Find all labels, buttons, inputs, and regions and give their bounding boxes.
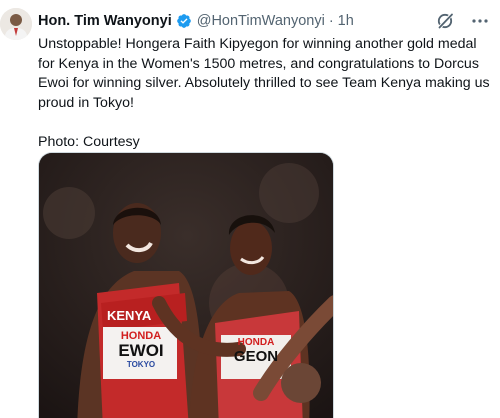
athletes-photo bbox=[39, 153, 333, 418]
author-handle[interactable]: @HonTimWanyonyi bbox=[197, 13, 325, 29]
grok-icon[interactable] bbox=[436, 12, 456, 30]
tweet-time[interactable]: 1h bbox=[338, 13, 354, 29]
tweet-header: Hon. Tim Wanyonyi @HonTimWanyonyi · 1h bbox=[38, 10, 490, 32]
tweet-photo[interactable]: KENYA HONDA EWOI TOKYO HONDA GEON bbox=[38, 152, 334, 418]
tweet-text: Unstoppable! Hongera Faith Kipyegon for … bbox=[38, 36, 490, 150]
header-actions bbox=[436, 12, 490, 30]
author-name[interactable]: Hon. Tim Wanyonyi bbox=[38, 13, 172, 29]
avatar[interactable] bbox=[0, 8, 32, 40]
bib-place-left: TOKYO bbox=[126, 360, 156, 369]
avatar-image bbox=[0, 8, 32, 40]
bib-name-right: GEON bbox=[233, 348, 279, 365]
verified-badge-icon bbox=[176, 13, 192, 29]
bib-sponsor-right: HONDA bbox=[237, 337, 275, 348]
tweet-content: Hon. Tim Wanyonyi @HonTimWanyonyi · 1h U… bbox=[38, 10, 490, 418]
bib-country-left: KENYA bbox=[107, 308, 152, 323]
more-icon[interactable] bbox=[470, 12, 490, 30]
tweet[interactable]: Hon. Tim Wanyonyi @HonTimWanyonyi · 1h U… bbox=[0, 0, 500, 418]
separator-dot: · bbox=[328, 13, 334, 29]
bib-name-left: EWOI bbox=[118, 341, 164, 360]
left-bib: KENYA HONDA EWOI TOKYO bbox=[105, 308, 177, 369]
right-bib: HONDA GEON bbox=[223, 337, 289, 366]
